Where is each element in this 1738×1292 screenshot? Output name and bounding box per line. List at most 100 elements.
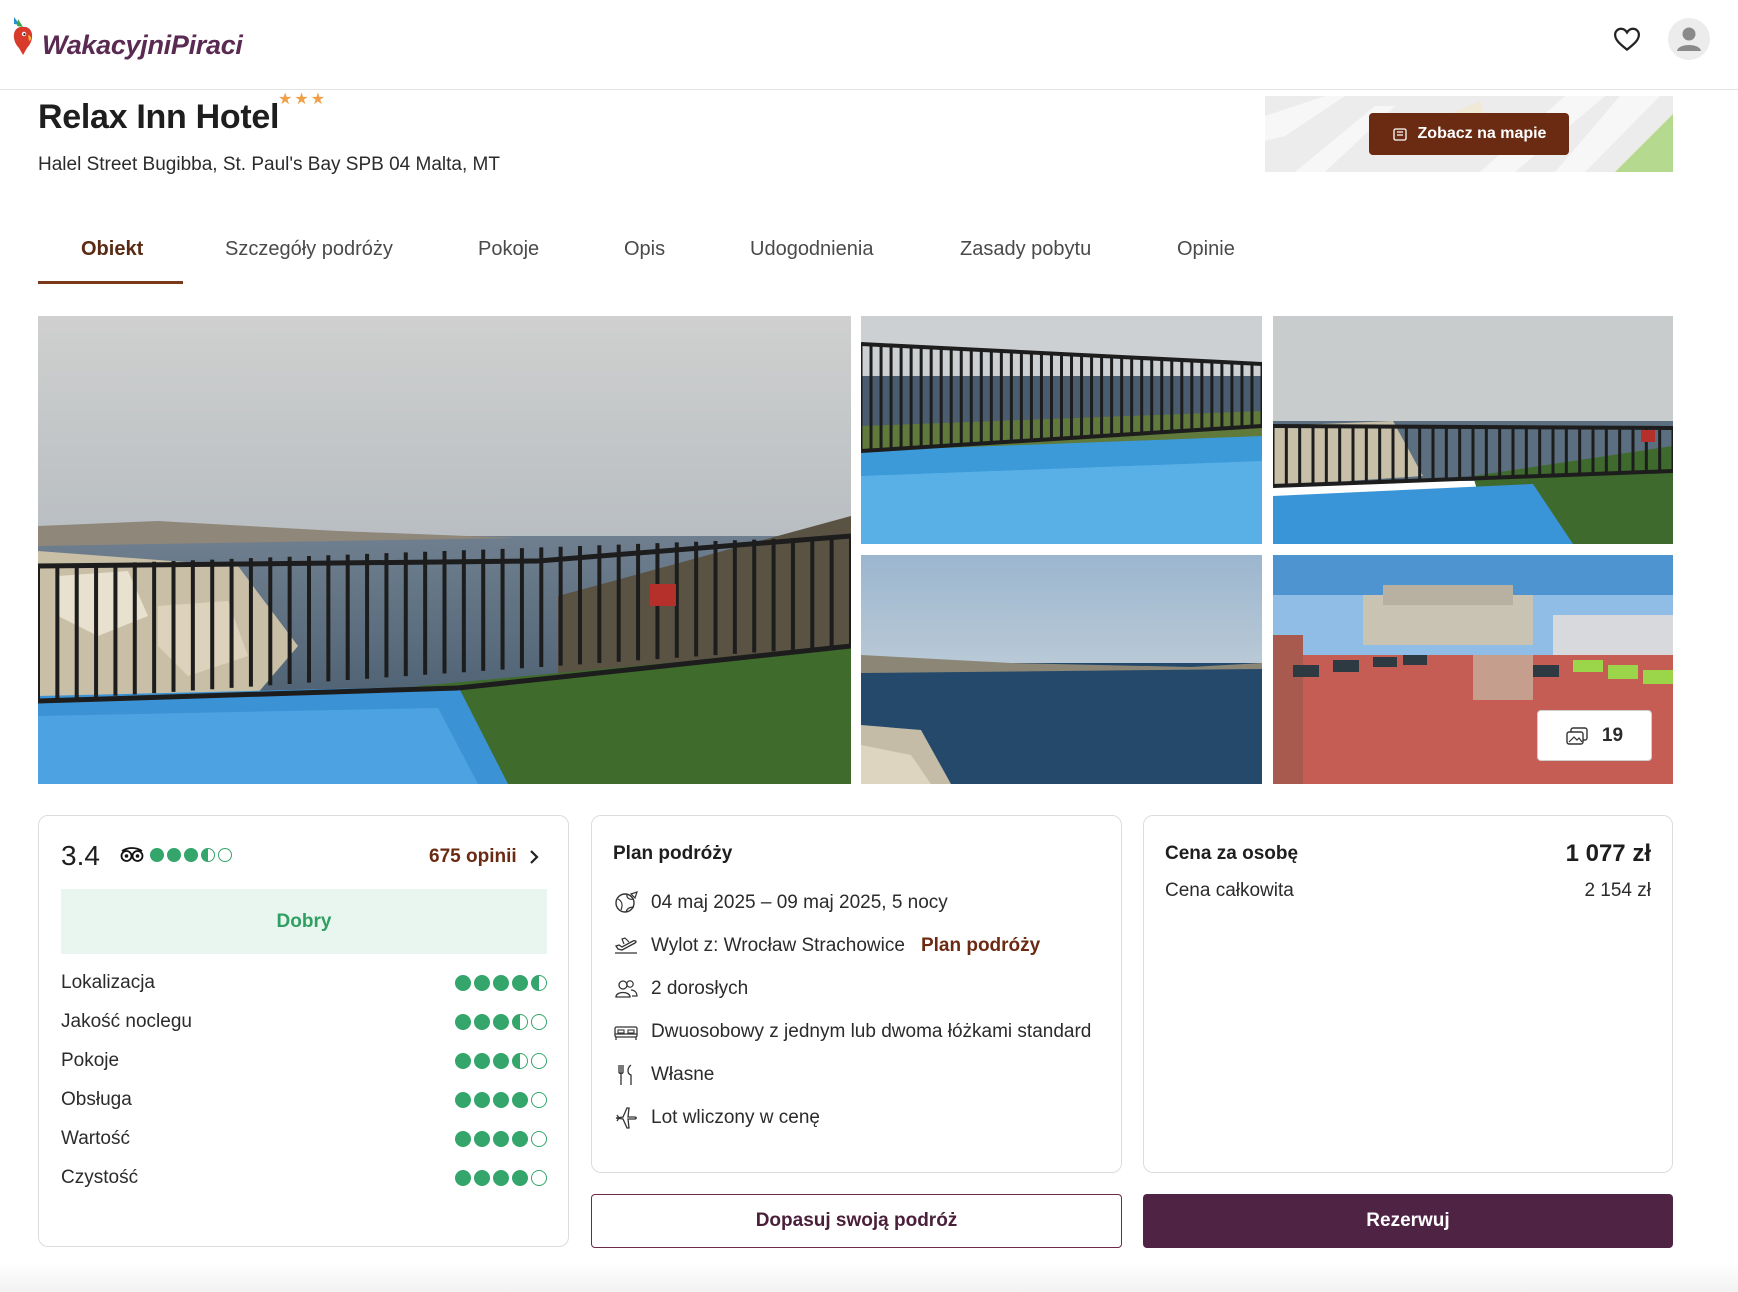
adjust-trip-button[interactable]: Dopasuj swoją podróż	[591, 1194, 1122, 1248]
tab-szczegoly-podrozy[interactable]: Szczegóły podróży	[225, 238, 393, 261]
tab-pokoje[interactable]: Pokoje	[478, 238, 539, 261]
rating-bubble	[512, 1053, 528, 1069]
active-tab-indicator	[38, 281, 183, 284]
price-card: Cena za osobę 1 077 zł Cena całkowita 2 …	[1143, 815, 1673, 1173]
hotel-star-rating: ★ ★ ★	[278, 92, 325, 108]
plan-flight: Lot wliczony w cenę	[651, 1107, 820, 1128]
gallery-photo-3[interactable]	[1273, 316, 1673, 544]
plan-departure: Wylot z: Wrocław Strachowice	[651, 935, 905, 956]
rating-category-bubbles	[455, 1053, 547, 1069]
rating-category-label: Obsługa	[61, 1089, 132, 1110]
reviews-link[interactable]: 675 opinii	[429, 846, 539, 868]
rating-bubble	[531, 1131, 547, 1147]
rating-category-row: Pokoje	[61, 1050, 547, 1074]
rating-bubble	[474, 1053, 490, 1069]
see-on-map-button[interactable]: Zobacz na mapie	[1369, 113, 1569, 155]
rating-bubble	[201, 848, 215, 862]
rating-bubble	[455, 1092, 471, 1108]
rating-score: 3.4	[61, 840, 100, 871]
rating-category-bubbles	[455, 1170, 547, 1186]
rating-bubble	[512, 1092, 528, 1108]
travel-plan-card: Plan podróży 04 maj 2025 – 09 maj 2025, …	[591, 815, 1122, 1173]
rating-bubble	[474, 1170, 490, 1186]
map-marker-icon	[1392, 128, 1407, 141]
plan-board: Własne	[651, 1064, 715, 1085]
star-icon: ★	[310, 91, 326, 108]
rating-bubble	[455, 1131, 471, 1147]
tab-opis[interactable]: Opis	[624, 238, 665, 261]
rating-bubble	[474, 975, 490, 991]
rating-bubble	[493, 975, 509, 991]
page-bottom-fade	[0, 1262, 1738, 1292]
see-on-map-label: Zobacz na mapie	[1417, 125, 1547, 142]
rating-bubble	[493, 1014, 509, 1030]
gallery-photo-main[interactable]	[38, 316, 851, 784]
rating-card: 3.4 675 opinii Dobry Lokalizacja Jakość n…	[38, 815, 569, 1247]
tab-obiekt[interactable]: Obiekt	[81, 238, 143, 261]
photo-count: 19	[1601, 724, 1624, 746]
rating-bubble	[493, 1092, 509, 1108]
rating-category-label: Lokalizacja	[61, 972, 155, 993]
gallery-photo-2[interactable]	[861, 316, 1262, 544]
price-total-label: Cena całkowita	[1165, 880, 1294, 901]
rating-bubble	[512, 1014, 528, 1030]
reviews-count: 675 opinii	[429, 846, 517, 867]
tab-zasady-pobytu[interactable]: Zasady pobytu	[960, 238, 1091, 261]
star-icon: ★	[278, 91, 293, 108]
price-per-person-label: Cena za osobę	[1165, 843, 1299, 864]
gallery-photo-4[interactable]	[861, 555, 1262, 784]
rating-bubbles	[150, 848, 232, 862]
photos-icon	[1566, 726, 1588, 745]
rating-category-label: Wartość	[61, 1128, 130, 1149]
rating-category-row: Czystość	[61, 1167, 547, 1191]
logo-text: WakacyjniPiraci	[42, 30, 243, 60]
rating-bubble	[455, 1053, 471, 1069]
plane-takeoff-icon	[614, 937, 637, 954]
rating-category-row: Lokalizacja	[61, 972, 547, 996]
plan-guests: 2 dorosłych	[651, 978, 749, 999]
rating-bubble	[474, 1131, 490, 1147]
rating-bubble	[455, 1170, 471, 1186]
plan-title: Plan podróży	[613, 843, 733, 864]
rating-category-label: Czystość	[61, 1167, 139, 1188]
users-icon	[615, 980, 638, 998]
plan-dates-row: 04 maj 2025 – 09 maj 2025, 5 nocy	[613, 889, 948, 917]
tripadvisor-owl-icon	[120, 847, 144, 862]
rating-bubble	[512, 1170, 528, 1186]
rating-bubble	[167, 848, 181, 862]
rating-bubble	[512, 975, 528, 991]
plan-board-row: Własne	[613, 1061, 714, 1089]
plan-room: Dwuosobowy z jednym lub dwoma łóżkami st…	[651, 1021, 1092, 1042]
rating-bubble	[474, 1092, 490, 1108]
rating-bubble	[531, 1053, 547, 1069]
logo[interactable]: WakacyjniPiraci	[10, 12, 243, 61]
rating-bubble	[218, 848, 232, 862]
plan-guests-row: 2 dorosłych	[613, 975, 748, 1003]
rating-category-bubbles	[455, 975, 547, 991]
rating-category-bubbles	[455, 1092, 547, 1108]
rating-category-label: Pokoje	[61, 1050, 120, 1071]
favorites-button[interactable]	[1612, 24, 1642, 54]
tab-udogodnienia[interactable]: Udogodnienia	[750, 238, 873, 261]
pool-sea-view-image	[1273, 316, 1673, 544]
rating-bubble	[150, 848, 164, 862]
tab-opinie[interactable]: Opinie	[1177, 238, 1235, 261]
plan-link[interactable]: Plan podróży	[921, 935, 1040, 957]
rooftop-pool-sea-view-image	[38, 316, 851, 784]
plane-icon	[615, 1107, 637, 1129]
rating-bubble	[531, 1092, 547, 1108]
hotel-address: Halel Street Bugibba, St. Paul's Bay SPB…	[38, 154, 500, 175]
plan-room-row: Dwuosobowy z jednym lub dwoma łóżkami st…	[613, 1018, 1091, 1046]
chevron-right-icon	[529, 850, 539, 864]
rating-bubble	[493, 1170, 509, 1186]
hotel-name: Relax Inn Hotel	[38, 98, 280, 136]
rating-bubble	[512, 1131, 528, 1147]
book-button[interactable]: Rezerwuj	[1143, 1194, 1673, 1248]
pool-railing-image	[861, 316, 1262, 544]
all-photos-button[interactable]: 19	[1537, 710, 1652, 761]
user-account-button[interactable]	[1668, 18, 1710, 60]
rating-category-row: Jakość noclegu	[61, 1011, 547, 1035]
rating-category-row: Obsługa	[61, 1089, 547, 1113]
rating-verdict: Dobry	[61, 889, 547, 954]
user-avatar-icon	[1677, 27, 1701, 51]
